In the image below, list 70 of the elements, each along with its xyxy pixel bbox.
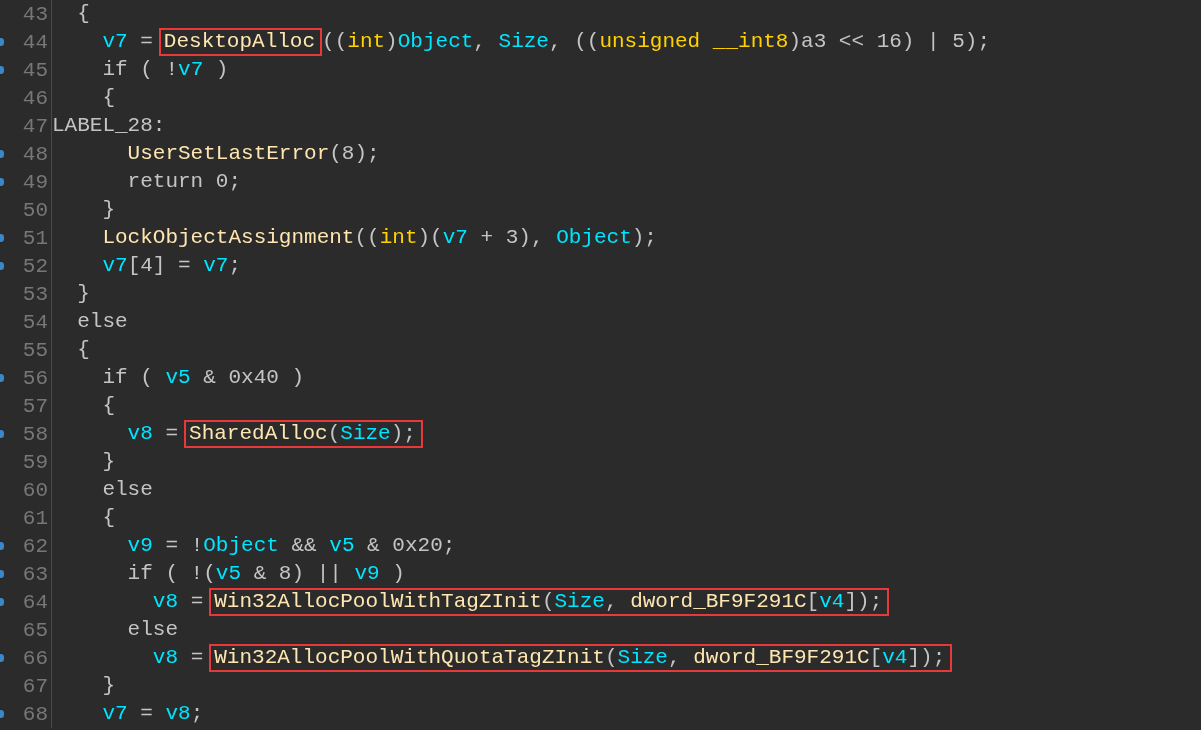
code-text: else: [126, 618, 179, 642]
code-text: }: [101, 450, 115, 474]
line-number: 60: [21, 478, 49, 502]
line-number: 51: [21, 226, 49, 250]
code-text: }: [101, 198, 115, 222]
line-number: 43: [21, 2, 49, 26]
line-number: 53: [21, 282, 49, 306]
code-text: else: [76, 310, 128, 334]
line-number: 54: [21, 310, 49, 334]
line-number: 58: [21, 422, 49, 446]
code-text: LABEL_28:: [52, 114, 166, 138]
code-text: v7 = v8;: [101, 702, 204, 726]
breakpoint-marker-icon[interactable]: [0, 178, 4, 186]
breakpoint-marker-icon[interactable]: [0, 570, 4, 578]
code-text: if ( v5 & 0x40 ): [101, 366, 305, 390]
line-number: 67: [21, 674, 49, 698]
breakpoint-marker-icon[interactable]: [0, 234, 4, 242]
code-text: v8 =: [126, 422, 179, 446]
code-text: v7[4] = v7;: [101, 254, 242, 278]
breakpoint-marker-icon[interactable]: [0, 654, 4, 662]
line-number: 44: [21, 30, 49, 54]
code-text: else: [101, 478, 153, 502]
code-text: {: [76, 2, 90, 26]
code-text: }: [101, 674, 115, 698]
highlighted-code: SharedAlloc(Size);: [184, 420, 423, 448]
line-number: 64: [21, 590, 49, 614]
code-text: ((int)Object, Size, ((unsigned __int8)a3 << 16) | 5);: [322, 30, 991, 54]
line-number: 57: [21, 394, 49, 418]
code-text: {: [101, 394, 115, 418]
line-number: 55: [21, 338, 49, 362]
breakpoint-marker-icon[interactable]: [0, 38, 4, 46]
line-number: 63: [21, 562, 49, 586]
line-number: 47: [21, 114, 49, 138]
highlighted-code: DesktopAlloc: [158, 28, 323, 56]
code-text: v8 =: [151, 646, 204, 670]
line-number: 46: [21, 86, 49, 110]
line-number: 50: [21, 198, 49, 222]
breakpoint-marker-icon[interactable]: [0, 710, 4, 718]
line-number: 66: [21, 646, 49, 670]
line-number: 59: [21, 450, 49, 474]
breakpoint-marker-icon[interactable]: [0, 598, 4, 606]
code-text: UserSetLastError(8);: [126, 142, 380, 166]
code-text: if ( !v7 ): [101, 58, 229, 82]
line-number: 56: [21, 366, 49, 390]
line-number: 45: [21, 58, 49, 82]
code-text: v9 = !Object && v5 & 0x20;: [126, 534, 456, 558]
code-text: }: [76, 282, 90, 306]
line-number: 62: [21, 534, 49, 558]
line-number: 49: [21, 170, 49, 194]
code-text: LockObjectAssignment((int)(v7 + 3), Object);: [101, 226, 657, 250]
breakpoint-marker-icon[interactable]: [0, 66, 4, 74]
line-number: 52: [21, 254, 49, 278]
line-number: 68: [21, 702, 49, 726]
highlighted-code: Win32AllocPoolWithQuotaTagZInit(Size, dword_BF9F291C[v4]);: [209, 644, 953, 672]
code-text: {: [76, 338, 90, 362]
line-number: 48: [21, 142, 49, 166]
breakpoint-marker-icon[interactable]: [0, 430, 4, 438]
code-text: {: [101, 506, 115, 530]
code-text: v8 =: [151, 590, 204, 614]
breakpoint-marker-icon[interactable]: [0, 374, 4, 382]
breakpoint-marker-icon[interactable]: [0, 150, 4, 158]
code-text: return 0;: [126, 170, 242, 194]
line-number: 61: [21, 506, 49, 530]
breakpoint-marker-icon[interactable]: [0, 262, 4, 270]
code-text: v7 =: [101, 30, 153, 54]
code-text: if ( !(v5 & 8) || v9 ): [126, 562, 405, 586]
highlighted-code: Win32AllocPoolWithTagZInit(Size, dword_BF9F291C[v4]);: [209, 588, 890, 616]
line-number: 65: [21, 618, 49, 642]
breakpoint-marker-icon[interactable]: [0, 542, 4, 550]
code-text: {: [101, 86, 115, 110]
